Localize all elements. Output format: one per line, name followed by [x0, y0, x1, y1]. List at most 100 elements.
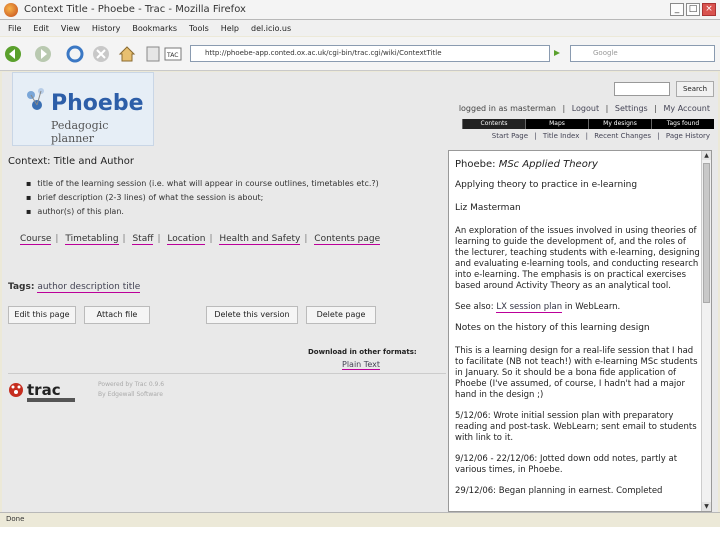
- separator: |: [605, 104, 609, 113]
- login-status: logged in as masterman: [458, 104, 556, 113]
- page-history-link[interactable]: Page History: [666, 132, 710, 140]
- context-bullet-list: title of the learning session (i.e. what…: [37, 178, 438, 220]
- design-author: Liz Masterman: [455, 203, 521, 213]
- powered-by-text: Powered by Trac 0.9.6 By Edgewall Softwa…: [98, 380, 164, 400]
- menu-bar: File Edit View History Bookmarks Tools H…: [0, 20, 720, 36]
- timetabling-link[interactable]: Timetabling: [65, 234, 119, 245]
- navigation-toolbar: TAC http://phoebe-app.conted.ox.ac.uk/cg…: [0, 37, 720, 71]
- scroll-up-icon[interactable]: ▲: [702, 151, 711, 160]
- menu-help[interactable]: Help: [221, 24, 239, 33]
- menu-tools[interactable]: Tools: [189, 24, 209, 33]
- stop-icon[interactable]: [92, 45, 110, 63]
- delete-page-button[interactable]: Delete page: [306, 306, 376, 324]
- health-and-safety-link[interactable]: Health and Safety: [219, 234, 301, 245]
- tags-label: Tags:: [8, 282, 35, 292]
- notes-heading: Notes on the history of this learning de…: [455, 323, 650, 333]
- phoebe-logo[interactable]: Phoebe Pedagogic planner: [12, 72, 154, 146]
- logo-subtitle: Pedagogic planner: [51, 119, 109, 145]
- tags-value-link[interactable]: author description title: [37, 282, 141, 293]
- logout-link[interactable]: Logout: [572, 104, 599, 113]
- molecule-icon: [27, 88, 44, 110]
- see-also-prefix: See also:: [455, 302, 497, 312]
- panel-scrollbar[interactable]: ▲ ▼: [701, 151, 711, 511]
- start-page-link[interactable]: Start Page: [492, 132, 528, 140]
- logo-name: Phoebe: [51, 91, 144, 116]
- trac-logo-icon[interactable]: trac: [8, 378, 78, 404]
- page-title: Context: Title and Author: [8, 156, 134, 167]
- context-navigation: Start Page | Title Index | Recent Change…: [488, 132, 710, 140]
- separator: |: [657, 132, 660, 140]
- status-bar: Done: [0, 512, 720, 526]
- separator: |: [654, 104, 657, 113]
- window-title: Context Title - Phoebe - Trac - Mozilla …: [24, 4, 246, 15]
- scroll-thumb[interactable]: [703, 163, 710, 303]
- menu-history[interactable]: History: [92, 24, 120, 33]
- powered-by-sub: By Edgewall Software: [98, 391, 163, 398]
- attach-file-button[interactable]: Attach file: [84, 306, 150, 324]
- staff-link[interactable]: Staff: [132, 234, 154, 245]
- tab-contents[interactable]: Contents: [462, 119, 525, 129]
- bookmark-icon[interactable]: [144, 45, 162, 63]
- menu-bookmarks[interactable]: Bookmarks: [132, 24, 177, 33]
- menu-edit[interactable]: Edit: [33, 24, 49, 33]
- menu-file[interactable]: File: [8, 24, 21, 33]
- location-link[interactable]: Location: [167, 234, 206, 245]
- svg-text:trac: trac: [27, 381, 61, 399]
- meta-navigation: logged in as masterman | Logout | Settin…: [455, 104, 710, 113]
- recent-changes-link[interactable]: Recent Changes: [594, 132, 651, 140]
- wiki-search-button[interactable]: Search: [676, 81, 714, 97]
- tab-maps[interactable]: Maps: [525, 119, 588, 129]
- download-formats-label: Download in other formats:: [308, 348, 417, 356]
- delete-version-button[interactable]: Delete this version: [206, 306, 298, 324]
- close-button[interactable]: ×: [702, 3, 716, 16]
- menu-view[interactable]: View: [61, 24, 80, 33]
- tab-tags-found[interactable]: Tags found: [651, 119, 714, 129]
- title-index-link[interactable]: Title Index: [543, 132, 580, 140]
- contents-page-link[interactable]: Contents page: [314, 234, 381, 245]
- plain-text-link[interactable]: Plain Text: [342, 360, 380, 370]
- powered-by-line: Powered by Trac 0.9.6: [98, 381, 165, 388]
- tags-line: Tags: author description title: [8, 282, 141, 293]
- design-summary-panel: Phoebe: MSc Applied Theory Applying theo…: [448, 150, 712, 512]
- menu-delicious[interactable]: del.icio.us: [251, 24, 291, 33]
- svg-text:TAC: TAC: [166, 52, 178, 59]
- tab-my-designs[interactable]: My designs: [588, 119, 651, 129]
- back-icon[interactable]: [4, 45, 22, 63]
- list-item: title of the learning session (i.e. what…: [37, 178, 438, 189]
- list-item: brief description (2-3 lines) of what th…: [37, 192, 438, 203]
- settings-link[interactable]: Settings: [615, 104, 648, 113]
- url-input[interactable]: http://phoebe-app.conted.ox.ac.uk/cgi-bi…: [190, 45, 550, 62]
- edit-page-button[interactable]: Edit this page: [8, 306, 76, 324]
- design-summary-content: Phoebe: MSc Applied Theory Applying theo…: [455, 159, 701, 507]
- design-subtitle: Applying theory to practice in e-learnin…: [455, 180, 638, 190]
- notes-paragraph: 29/12/06: Began planning in earnest. Com…: [455, 486, 663, 496]
- bottom-strip: [0, 527, 720, 540]
- notes-paragraph: This is a learning design for a real-lif…: [455, 346, 698, 400]
- scroll-down-icon[interactable]: ▼: [702, 502, 711, 511]
- home-icon[interactable]: [118, 45, 136, 63]
- my-account-link[interactable]: My Account: [664, 104, 710, 113]
- separator: |: [562, 104, 566, 113]
- design-heading-title: MSc Applied Theory: [498, 159, 598, 170]
- design-description: An exploration of the issues involved in…: [455, 226, 700, 291]
- section-links: Course | Timetabling | Staff | Location | He…: [20, 234, 381, 245]
- go-icon[interactable]: [552, 48, 562, 58]
- minimize-button[interactable]: _: [670, 3, 684, 16]
- reload-icon[interactable]: [66, 45, 84, 63]
- wiki-search-input[interactable]: [614, 82, 670, 96]
- lx-session-plan-link[interactable]: LX session plan: [496, 302, 563, 313]
- window-controls: _ □ ×: [670, 3, 716, 16]
- separator: |: [585, 132, 588, 140]
- browser-window: Context Title - Phoebe - Trac - Mozilla …: [0, 0, 720, 540]
- maximize-button[interactable]: □: [686, 3, 700, 16]
- list-item: author(s) of this plan.: [37, 206, 438, 217]
- footer-divider: [8, 373, 446, 374]
- see-also-line: See also: LX session plan in WebLearn.: [455, 302, 701, 313]
- forward-icon[interactable]: [34, 45, 52, 63]
- design-heading-prefix: Phoebe:: [455, 159, 499, 170]
- course-link[interactable]: Course: [20, 234, 52, 245]
- notes-paragraph: 9/12/06 - 22/12/06: Jotted down odd note…: [455, 454, 678, 475]
- main-navigation: Contents Maps My designs Tags found: [462, 119, 714, 129]
- trac-toolbar-icon[interactable]: TAC: [164, 45, 182, 63]
- web-search-input[interactable]: Google: [570, 45, 715, 62]
